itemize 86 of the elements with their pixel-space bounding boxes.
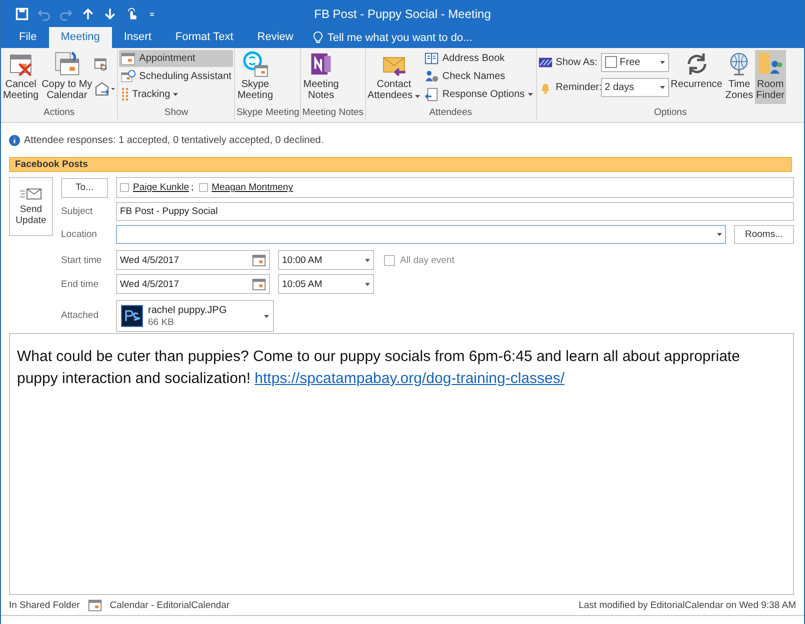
ribbon-button[interactable]: Appointment (119, 50, 234, 67)
tracking-icon (121, 88, 130, 101)
dropdown-field[interactable]: Free (600, 52, 669, 72)
calendar-search-icon[interactable] (94, 58, 108, 72)
ribbon-button[interactable]: Meeting Notes (302, 50, 340, 104)
field-label: Start time (61, 254, 103, 266)
field-label: End time (61, 278, 100, 290)
group-label: Show (163, 106, 190, 119)
dropdown-field[interactable]: 2 days (600, 78, 669, 96)
skype-icon (242, 51, 268, 77)
caret-icon (264, 314, 269, 318)
ribbon-tab[interactable]: File (7, 27, 49, 48)
down-arrow-icon[interactable] (103, 6, 117, 20)
window-title: FB Post - Puppy Social - Meeting (314, 6, 491, 20)
link[interactable]: https://spcatampabay.org/dog-training-classes/ (254, 370, 565, 387)
forward-dropdown-icon[interactable] (94, 82, 116, 96)
status-text: Calendar - EditorialCalendar (110, 600, 230, 610)
ribbon-tab[interactable]: Format Text (163, 27, 246, 48)
all-day-checkbox[interactable] (384, 254, 395, 266)
ribbon-button[interactable]: Copy to My Calendar (40, 50, 94, 104)
group-label: Skype Meeting (236, 106, 300, 119)
ribbon-button[interactable]: Contact Attendees (366, 50, 422, 104)
caret-icon (660, 86, 665, 88)
status-text: In Shared Folder (9, 600, 80, 610)
status-text: Last modified by EditorialCalendar on Wed 9:38 AM (578, 600, 796, 610)
location-field[interactable] (116, 225, 726, 244)
attachment-card[interactable]: rachel puppy.JPG 66 KB (116, 300, 274, 332)
ribbon-tab[interactable]: Insert (112, 27, 164, 48)
calendar-clock-icon (121, 69, 136, 84)
combo-label: Show As: (556, 56, 598, 68)
rooms-button[interactable]: Rooms... (734, 225, 794, 244)
calendar-icon (121, 51, 136, 66)
file-type-icon (121, 305, 143, 327)
ribbon-button[interactable]: Skype Meeting (236, 50, 274, 104)
people-icon (424, 69, 440, 84)
caret-icon (660, 60, 665, 64)
ribbon-tab[interactable]: Meeting (48, 27, 112, 48)
field-label: Subject (61, 206, 94, 217)
save-icon[interactable] (15, 6, 29, 20)
date-field[interactable]: Wed 4/5/2017 (116, 250, 270, 270)
ribbon-button[interactable]: Tracking (119, 86, 234, 103)
info-message: Attendee responses: 1 accepted, 0 tentatively accepted, 0 declined. (24, 134, 324, 146)
address-book-icon (424, 51, 440, 66)
group-label: Actions (42, 106, 76, 119)
message-body: What could be cuter than puppies? Come to our puppy socials from 6pm-6:45 and learn all about appropriate puppy interaction and socialization! https://spcatampabay.org/dog-training-classes/ (17, 347, 741, 389)
info-icon (9, 134, 20, 146)
ribbon-button[interactable]: Address Book (422, 50, 535, 67)
date-field[interactable]: Wed 4/5/2017 (116, 274, 270, 294)
lightbulb-icon (313, 31, 324, 44)
caret-icon (365, 282, 370, 286)
touch-mode-icon[interactable] (125, 6, 139, 20)
ribbon-button[interactable]: Cancel Meeting (2, 50, 40, 104)
up-arrow-icon[interactable] (81, 6, 95, 20)
room-finder-icon (757, 51, 784, 77)
group-label: Meeting Notes (302, 106, 364, 119)
tell-me-field[interactable]: Tell me what you want to do... (305, 27, 472, 48)
response-icon (424, 87, 440, 102)
ribbon-button[interactable]: Room Finder (755, 50, 786, 104)
ribbon-button[interactable]: Recurrence (670, 50, 724, 104)
ribbon-button[interactable]: Check Names (422, 68, 535, 85)
ribbon-tab[interactable]: Review (245, 27, 306, 48)
subject-field[interactable]: FB Post - Puppy Social (116, 202, 794, 221)
envelope-icon (20, 187, 42, 201)
time-dropdown[interactable]: 10:00 AM (278, 250, 374, 270)
field-label: Location (61, 229, 98, 240)
to-button[interactable]: To... (61, 178, 108, 198)
ribbon-button[interactable]: Time Zones (724, 50, 754, 104)
calendar-icon (252, 254, 266, 266)
ribbon-button[interactable]: Scheduling Assistant (119, 68, 234, 85)
to-field[interactable]: Paige Kunkle ; Meagan Montmeny (116, 177, 794, 198)
caret-icon (365, 258, 370, 262)
calendar-icon (88, 598, 102, 612)
time-dropdown[interactable]: 10:05 AM (278, 274, 374, 294)
ribbon-button[interactable]: Response Options (422, 86, 535, 103)
category-bar: Facebook Posts (9, 157, 792, 172)
checkbox-icon (604, 56, 617, 68)
group-label: Options (652, 106, 688, 119)
calendar-copy-icon (54, 51, 80, 77)
checkbox-label: All day event (400, 254, 454, 266)
recipient-name[interactable]: Meagan Montmeny (212, 182, 293, 193)
recipient-name[interactable]: Paige Kunkle (133, 182, 189, 193)
field-label: Attached (61, 310, 100, 320)
group-label: Attendees (428, 106, 473, 119)
send-update-button[interactable]: Send Update (9, 177, 53, 236)
caret-icon (717, 233, 722, 236)
calendar-icon (252, 278, 266, 290)
